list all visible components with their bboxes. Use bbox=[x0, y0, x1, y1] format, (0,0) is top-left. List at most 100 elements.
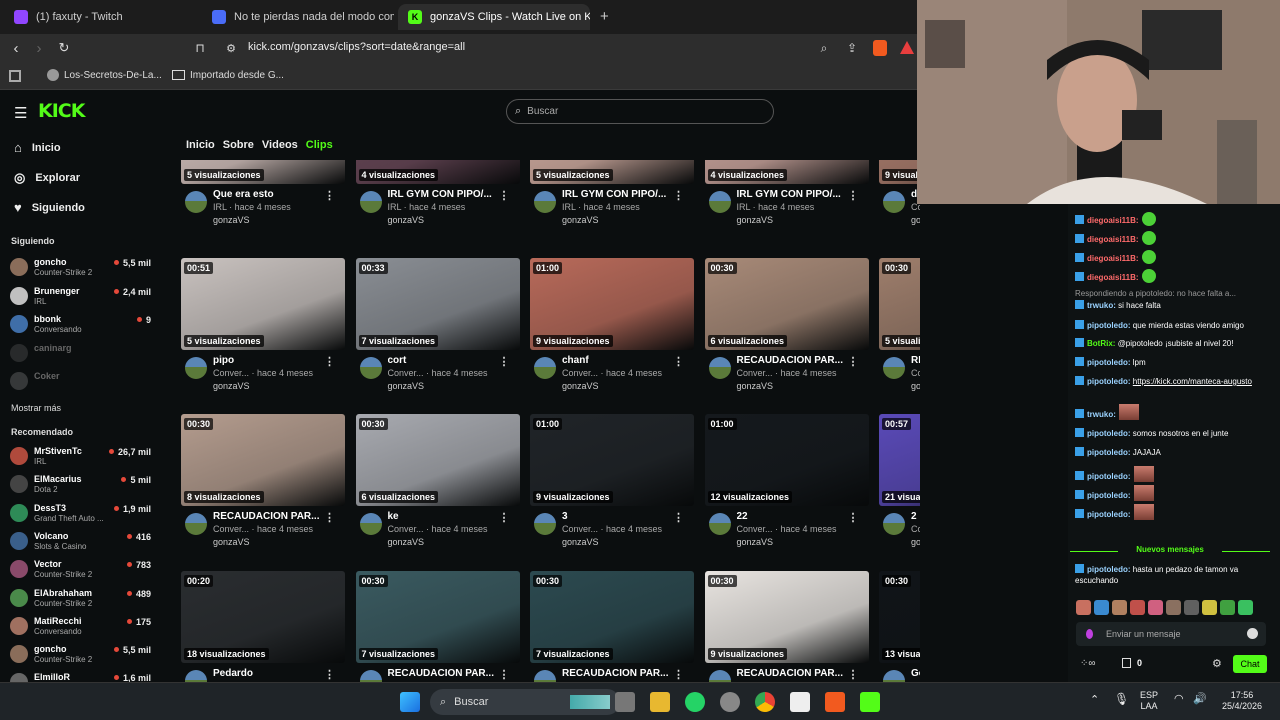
more-options-icon[interactable]: ⋮ bbox=[324, 189, 335, 202]
channel-item[interactable]: MrStivenTc IRL 26,7 mil bbox=[10, 445, 155, 469]
channel-avatar[interactable] bbox=[708, 357, 731, 379]
sidebar-item-siguiendo[interactable]: ♥ Siguiendo bbox=[14, 200, 85, 215]
channel-item[interactable]: ElMacarius Dota 2 5 mil bbox=[10, 473, 155, 497]
clip-title[interactable]: RECAUDACION PAR... bbox=[737, 668, 853, 679]
more-options-icon[interactable]: ⋮ bbox=[848, 511, 859, 524]
clip-author[interactable]: gonzaVS bbox=[388, 537, 425, 547]
channel-avatar[interactable] bbox=[185, 513, 207, 535]
clock[interactable]: 17:56 25/4/2026 bbox=[1218, 690, 1266, 712]
clip-card[interactable]: 00:30 7 visualizaciones RECAUDACION PAR...… bbox=[355, 571, 520, 682]
site-settings-icon[interactable]: ⚙ bbox=[220, 37, 242, 59]
clip-title[interactable]: cort bbox=[388, 355, 504, 366]
channel-avatar[interactable] bbox=[185, 670, 207, 682]
emote-icon[interactable] bbox=[1166, 600, 1181, 615]
more-options-icon[interactable]: ⋮ bbox=[499, 355, 510, 368]
clip-thumbnail[interactable]: 01:00 12 visualizaciones bbox=[704, 414, 869, 506]
chat-username[interactable]: BotRix: bbox=[1087, 339, 1115, 348]
chat-username[interactable]: pipotoledo: bbox=[1087, 491, 1131, 500]
clip-card[interactable]: 01:00 9 visualizaciones chanf ⋮ Conver... · … bbox=[530, 258, 694, 408]
clip-title[interactable]: chanf bbox=[562, 355, 678, 366]
reload-icon[interactable]: ↻ bbox=[53, 37, 75, 59]
points-icon[interactable]: ⁘∞ bbox=[1080, 658, 1096, 669]
capcut-icon[interactable] bbox=[790, 692, 810, 712]
channel-avatar[interactable] bbox=[359, 670, 382, 682]
more-options-icon[interactable]: ⋮ bbox=[499, 189, 510, 202]
channel-item[interactable]: caninarg bbox=[10, 342, 155, 366]
clip-thumbnail[interactable]: 00:20 18 visualizaciones bbox=[181, 571, 345, 663]
wifi-icon[interactable]: ◠ bbox=[1174, 694, 1184, 705]
emote-icon[interactable] bbox=[1238, 600, 1253, 615]
new-tab-button[interactable]: + bbox=[600, 8, 609, 25]
clip-author[interactable]: gonzaVS bbox=[388, 215, 425, 225]
bookmark-icon[interactable]: ⊓ bbox=[189, 37, 211, 59]
channel-avatar[interactable] bbox=[883, 191, 905, 213]
clip-author[interactable]: gonzaVS bbox=[911, 537, 920, 547]
channel-item[interactable]: Vector Counter-Strike 2 783 bbox=[10, 558, 155, 582]
tab-sobre[interactable]: Sobre bbox=[223, 139, 254, 151]
more-options-icon[interactable]: ⋮ bbox=[848, 189, 859, 202]
channel-avatar[interactable] bbox=[534, 191, 556, 213]
clip-thumbnail[interactable]: 4 visualizaciones bbox=[355, 160, 520, 184]
channel-avatar[interactable] bbox=[883, 357, 905, 379]
more-options-icon[interactable]: ⋮ bbox=[673, 668, 684, 681]
clip-thumbnail[interactable]: 5 visualizaciones bbox=[530, 160, 694, 184]
channel-avatar[interactable] bbox=[883, 513, 905, 535]
channel-item[interactable]: MatiRecchi Conversando 175 bbox=[10, 615, 155, 639]
clip-thumbnail[interactable]: 9 visualizaciones bbox=[879, 160, 920, 184]
channel-avatar[interactable] bbox=[708, 670, 731, 682]
clip-card[interactable]: 00:33 7 visualizaciones cort ⋮ Conver... · h… bbox=[355, 258, 520, 408]
tray-chevron-icon[interactable]: ⌃ bbox=[1090, 695, 1099, 706]
search-input[interactable]: ⌕ Buscar bbox=[506, 99, 774, 124]
apps-grid-icon[interactable] bbox=[9, 70, 21, 82]
more-options-icon[interactable]: ⋮ bbox=[324, 355, 335, 368]
clip-thumbnail[interactable]: 01:00 9 visualizaciones bbox=[530, 414, 694, 506]
channel-avatar[interactable] bbox=[708, 513, 731, 535]
language-indicator[interactable]: ESP LAA bbox=[1140, 690, 1158, 712]
steam-icon[interactable] bbox=[720, 692, 740, 712]
clip-title[interactable]: IRL GYM CON PIPO/... bbox=[737, 189, 853, 200]
clip-card[interactable]: 00:30 8 visualizaciones RECAUDACION PAR...… bbox=[181, 414, 345, 564]
clip-title[interactable]: RECAUDACION PAR... bbox=[562, 668, 678, 679]
clip-thumbnail[interactable]: 00:30 9 visualizaciones bbox=[704, 571, 869, 663]
chrome-icon[interactable] bbox=[755, 692, 775, 712]
clip-author[interactable]: gonzaVS bbox=[737, 537, 774, 547]
clip-card[interactable]: 01:00 9 visualizaciones 3 ⋮ Conver... · hace… bbox=[530, 414, 694, 564]
clip-author[interactable]: gonzaVS bbox=[911, 381, 920, 391]
clip-thumbnail[interactable]: 5 visualizaciones bbox=[181, 160, 345, 184]
clip-card[interactable]: 00:30 6 visualizaciones RECAUDACION PAR...… bbox=[704, 258, 869, 408]
brave-shield-icon[interactable] bbox=[873, 40, 887, 56]
clip-card[interactable]: 00:20 18 visualizaciones Pedardo ⋮ bbox=[181, 571, 345, 682]
channel-avatar[interactable] bbox=[359, 513, 382, 535]
clip-thumbnail[interactable]: 00:30 5 visualizaciones bbox=[879, 258, 920, 350]
clip-title[interactable]: IRL GYM CON PIPO/... bbox=[388, 189, 504, 200]
clip-thumbnail[interactable]: 00:30 7 visualizaciones bbox=[530, 571, 694, 663]
more-options-icon[interactable]: ⋮ bbox=[673, 355, 684, 368]
clip-card[interactable]: 4 visualizaciones IRL GYM CON PIPO/... ⋮ IR… bbox=[355, 160, 520, 242]
clip-title[interactable]: IRL GYM CON PIPO/... bbox=[562, 189, 678, 200]
channel-item[interactable]: goncho Counter-Strike 2 5,5 mil bbox=[10, 256, 155, 280]
clip-thumbnail[interactable]: 00:33 7 visualizaciones bbox=[355, 258, 520, 350]
chat-username[interactable]: trwuko: bbox=[1087, 301, 1116, 310]
show-more-link[interactable]: Mostrar más bbox=[11, 403, 61, 413]
chat-username[interactable]: pipotoledo: bbox=[1087, 377, 1131, 386]
channel-avatar[interactable] bbox=[359, 191, 382, 213]
sidebar-item-inicio[interactable]: ⌂ Inicio bbox=[14, 140, 61, 155]
chat-username[interactable]: trwuko: bbox=[1087, 410, 1116, 419]
chat-username[interactable]: pipotoledo: bbox=[1087, 321, 1131, 330]
emoji-icon[interactable] bbox=[1247, 628, 1258, 639]
clip-card[interactable]: 4 visualizaciones IRL GYM CON PIPO/... ⋮ IR… bbox=[704, 160, 869, 242]
channel-item[interactable]: bbonk Conversando 9 bbox=[10, 313, 155, 337]
more-options-icon[interactable]: ⋮ bbox=[848, 355, 859, 368]
task-view-icon[interactable] bbox=[615, 692, 635, 712]
emote-icon[interactable] bbox=[1184, 600, 1199, 615]
emote-icon[interactable] bbox=[1148, 600, 1163, 615]
clip-author[interactable]: gonzaVS bbox=[737, 381, 774, 391]
clip-title[interactable]: Que era esto bbox=[213, 189, 329, 200]
channel-avatar[interactable] bbox=[185, 357, 207, 379]
more-options-icon[interactable]: ⋮ bbox=[848, 668, 859, 681]
more-options-icon[interactable]: ⋮ bbox=[499, 668, 510, 681]
channel-avatar[interactable] bbox=[883, 670, 905, 682]
chat-username[interactable]: pipotoledo: bbox=[1087, 510, 1131, 519]
more-options-icon[interactable]: ⋮ bbox=[324, 668, 335, 681]
back-icon[interactable]: ‹ bbox=[5, 37, 27, 59]
